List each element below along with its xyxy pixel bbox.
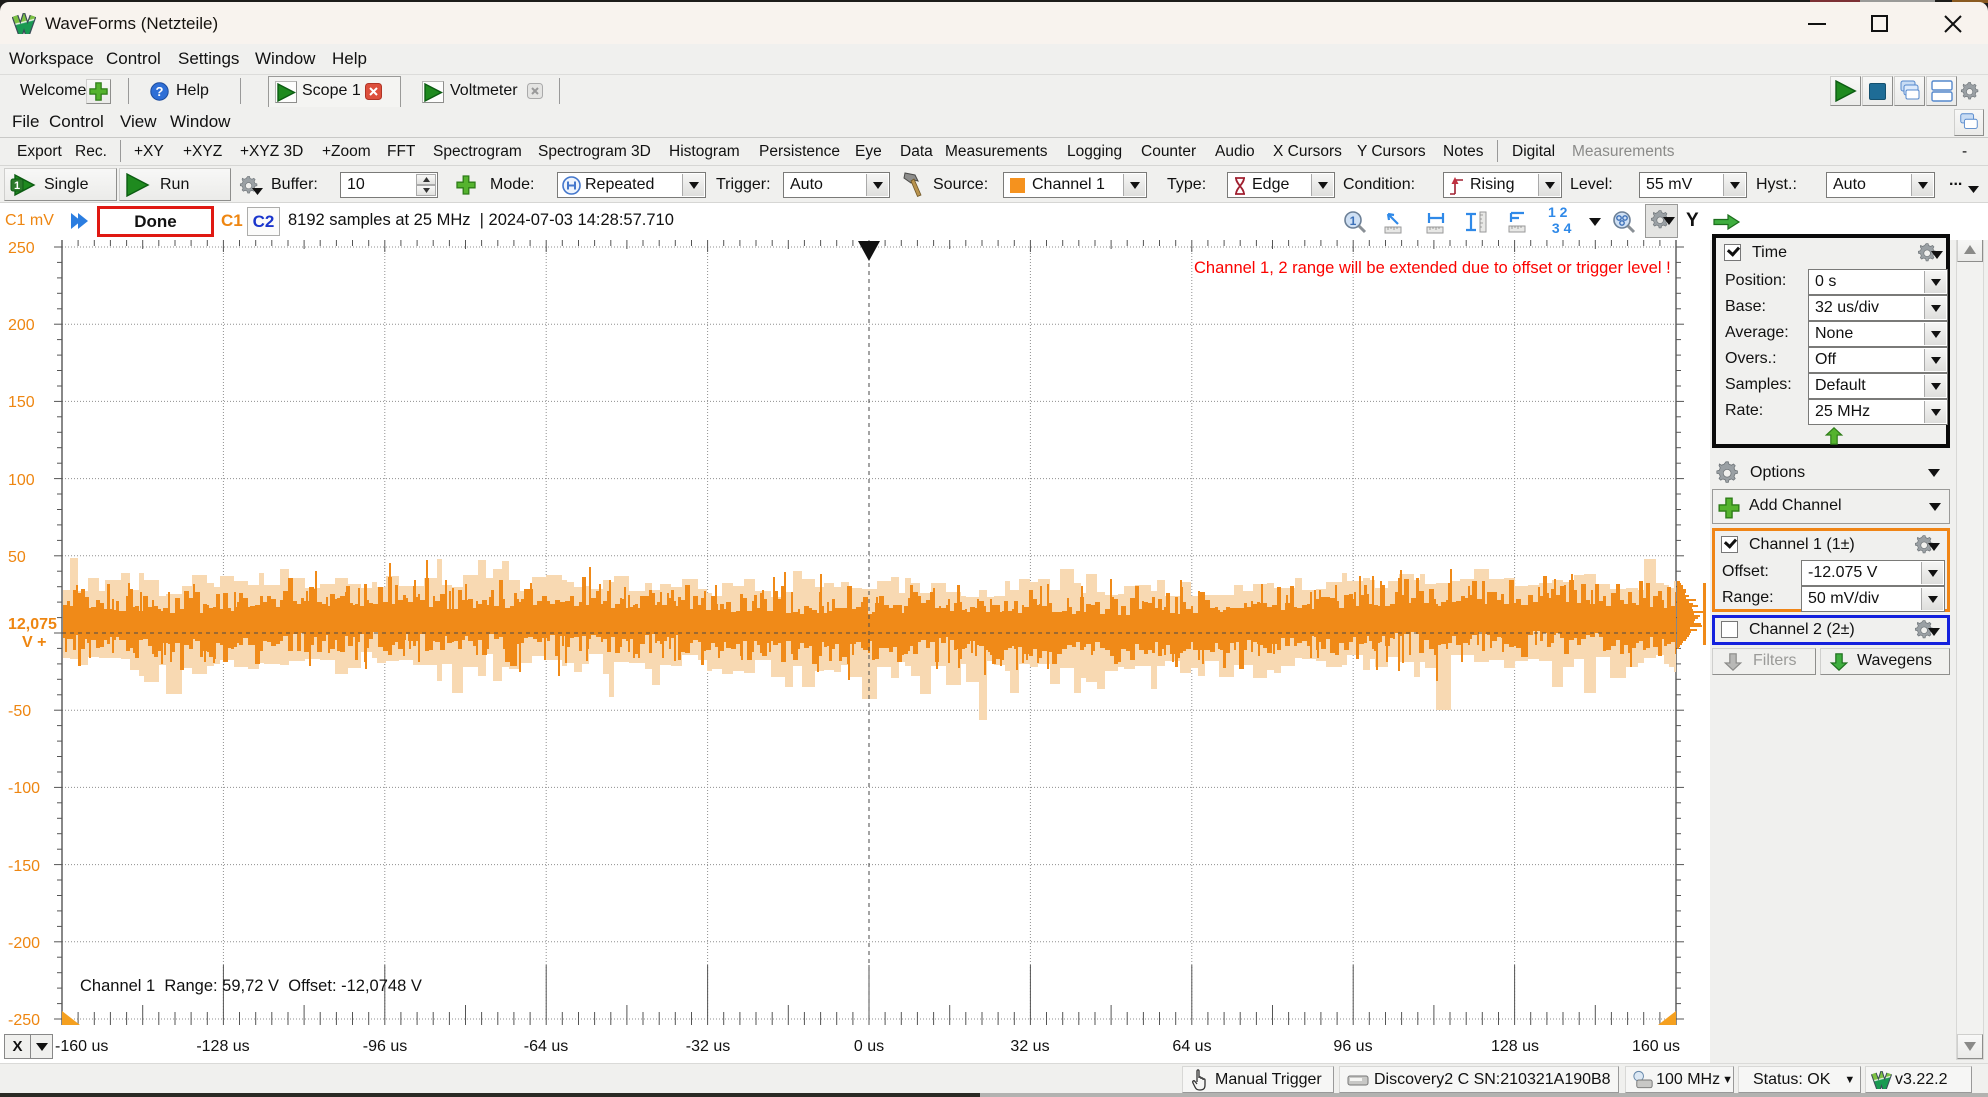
svg-text:-96 us: -96 us [363, 1038, 407, 1055]
svg-text:-150: -150 [8, 858, 40, 875]
svg-text:50: 50 [8, 549, 26, 566]
svg-text:-200: -200 [8, 935, 40, 952]
svg-text:96 us: 96 us [1333, 1038, 1372, 1055]
svg-text:64 us: 64 us [1172, 1038, 1211, 1055]
svg-text:V +: V + [22, 634, 46, 651]
svg-text:-160 us: -160 us [55, 1038, 108, 1055]
svg-text:250: 250 [8, 240, 35, 257]
svg-text:0 us: 0 us [854, 1038, 884, 1055]
svg-text:-250: -250 [8, 1012, 40, 1029]
svg-text:-64 us: -64 us [524, 1038, 568, 1055]
svg-text:Channel 1, 2 range will be ext: Channel 1, 2 range will be extended due … [1194, 259, 1671, 277]
svg-text:Channel 1 Range: 59,72 V Off: Channel 1 Range: 59,72 V Offset: -12,074… [80, 977, 422, 995]
svg-text:200: 200 [8, 317, 35, 334]
svg-text:-50: -50 [8, 703, 31, 720]
svg-text:1: 1 [14, 180, 20, 192]
svg-text:?: ? [156, 84, 164, 99]
svg-text:12,075: 12,075 [8, 616, 57, 633]
svg-text:1: 1 [1350, 214, 1357, 228]
svg-text:-128 us: -128 us [196, 1038, 249, 1055]
svg-text:100: 100 [8, 472, 35, 489]
svg-text:150: 150 [8, 394, 35, 411]
svg-text:32 us: 32 us [1010, 1038, 1049, 1055]
svg-text:-32 us: -32 us [686, 1038, 730, 1055]
svg-text:128 us: 128 us [1491, 1038, 1539, 1055]
svg-text:-100: -100 [8, 780, 40, 797]
svg-text:160 us: 160 us [1632, 1038, 1680, 1055]
